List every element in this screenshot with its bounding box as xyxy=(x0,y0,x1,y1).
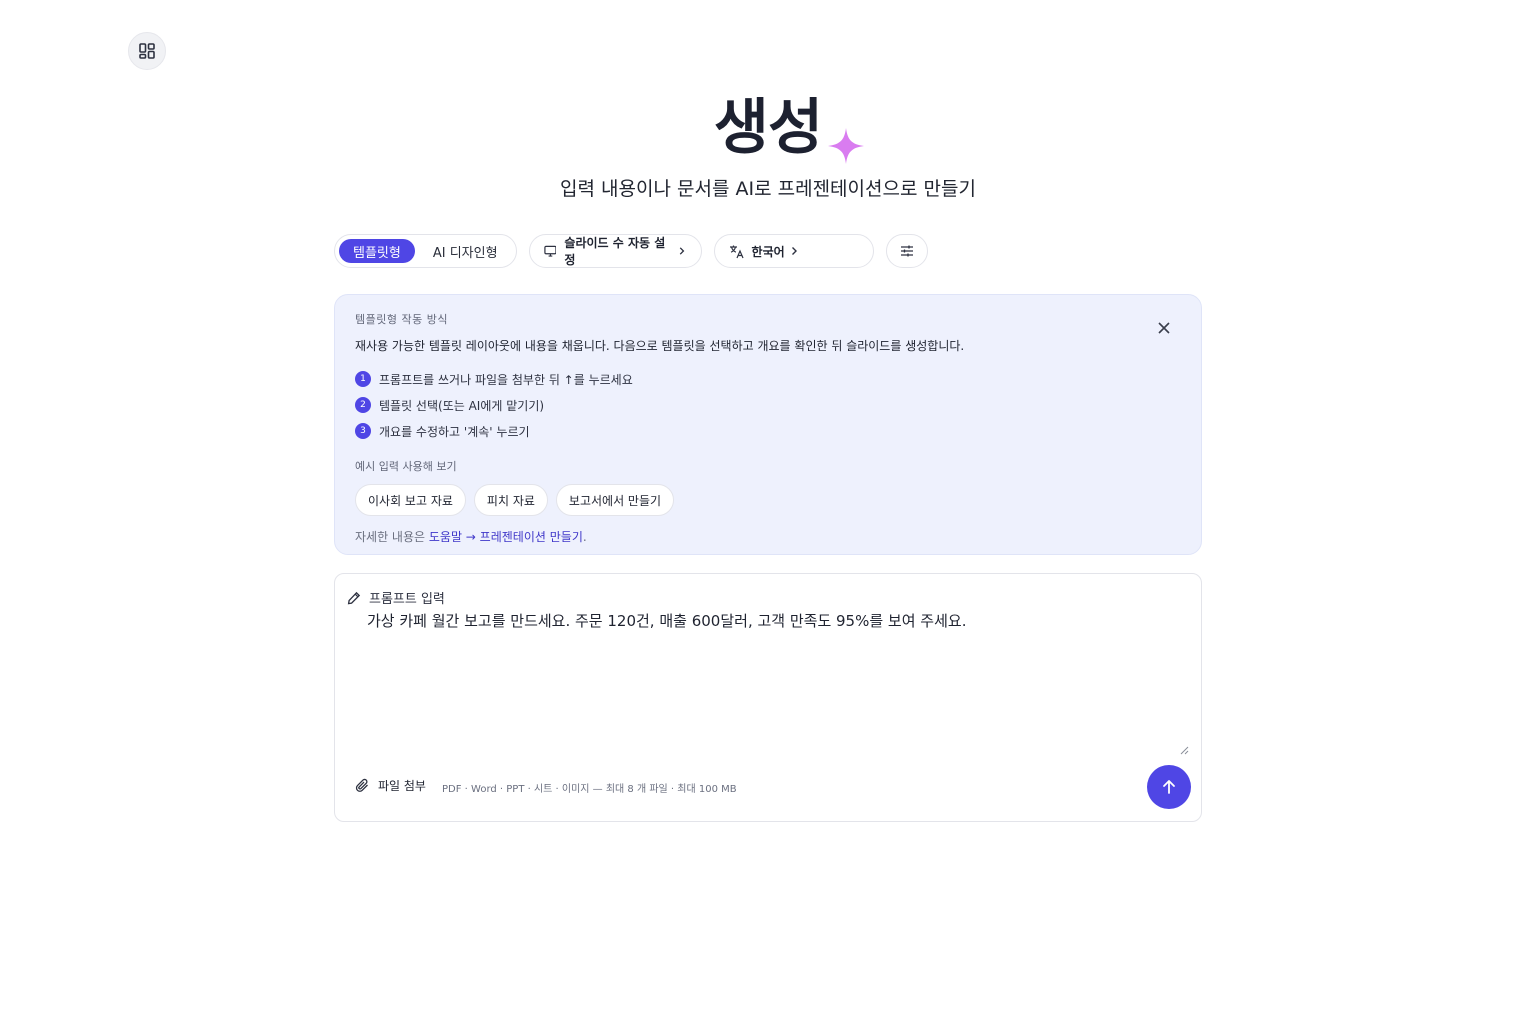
translate-icon xyxy=(729,245,744,258)
help-text: 자세한 내용은 도움말 → 프레젠테이션 만들기. xyxy=(355,528,1181,545)
pencil-icon xyxy=(347,591,361,604)
settings-button[interactable] xyxy=(885,234,928,268)
slide-count-button[interactable]: 슬라이드 수 자동 설정 xyxy=(528,234,702,268)
chevron-right-icon xyxy=(680,247,685,255)
info-description: 재사용 가능한 템플릿 레이아웃에 내용을 채웁니다. 다음으로 템플릿을 선택… xyxy=(355,339,965,353)
mode-option-template[interactable]: 템플릿형 xyxy=(339,239,415,263)
step-text: 프롬프트를 쓰거나 파일을 첨부한 뒤 ↑를 누르세요 xyxy=(379,372,633,387)
layout-toggle-button[interactable] xyxy=(128,32,166,70)
help-prefix: 자세한 내용은 xyxy=(355,530,429,544)
example-label: 예시 입력 사용해 보기 xyxy=(355,460,457,473)
step-item: 3 개요를 수정하고 '계속' 누르기 xyxy=(355,418,1181,444)
prompt-textarea[interactable]: 가상 카페 월간 보고를 만드세요. 주문 120건, 매출 600달러, 고객… xyxy=(367,610,1189,754)
slide-count-label: 슬라이드 수 자동 설정 xyxy=(564,236,666,267)
step-item: 1 프롬프트를 쓰거나 파일을 첨부한 뒤 ↑를 누르세요 xyxy=(355,366,1181,392)
steps-list: 1 프롬프트를 쓰거나 파일을 첨부한 뒤 ↑를 누르세요 2 템플릿 선택(또… xyxy=(355,366,1181,444)
supported-formats: PDF · Word · PPT · 시트 · 이미지 — 최대 8 개 파일 … xyxy=(442,784,737,795)
arrow-up-icon xyxy=(1163,780,1175,794)
example-chip-pitch-deck[interactable]: 피치 자료 xyxy=(473,484,548,516)
close-icon[interactable] xyxy=(1157,321,1171,335)
submit-button[interactable] xyxy=(1147,765,1191,809)
step-item: 2 템플릿 선택(또는 AI에게 맡기기) xyxy=(355,392,1181,418)
monitor-icon xyxy=(543,245,557,257)
step-text: 템플릿 선택(또는 AI에게 맡기기) xyxy=(379,398,545,413)
hero: 생성 입력 내용이나 문서를 AI로 프레젠테이션으로 만들기 xyxy=(0,92,1536,201)
paperclip-icon xyxy=(355,778,368,792)
layout-grid-icon xyxy=(139,43,155,59)
step-number: 1 xyxy=(355,371,371,387)
prompt-panel: 프롬프트 입력 가상 카페 월간 보고를 만드세요. 주문 120건, 매출 6… xyxy=(334,573,1202,822)
attach-file-label: 파일 첨부 xyxy=(378,779,426,793)
info-heading: 템플릿형 작동 방식 xyxy=(355,313,448,326)
step-text: 개요를 수정하고 '계속' 누르기 xyxy=(379,424,530,439)
attach-file-button[interactable]: 파일 첨부 xyxy=(355,777,426,794)
prompt-label-text: 프롬프트 입력 xyxy=(369,592,445,607)
page-title: 생성 xyxy=(713,93,823,163)
page-subtitle: 입력 내용이나 문서를 AI로 프레젠테이션으로 만들기 xyxy=(560,178,976,200)
example-chip-from-report[interactable]: 보고서에서 만들기 xyxy=(555,484,675,516)
language-label: 한국어 xyxy=(751,244,785,259)
sliders-icon xyxy=(900,245,913,257)
controls-bar: 템플릿형 AI 디자인형 슬라이드 수 자동 설정 한국어 xyxy=(334,234,928,268)
example-chip-board-report[interactable]: 이사회 보고 자료 xyxy=(355,484,466,516)
mode-option-ai-design[interactable]: AI 디자인형 xyxy=(419,239,512,263)
resize-grip-icon[interactable] xyxy=(1180,746,1189,755)
step-number: 3 xyxy=(355,423,371,439)
chevron-right-icon xyxy=(791,247,797,255)
sparkle-icon xyxy=(828,128,865,164)
prompt-label: 프롬프트 입력 xyxy=(347,588,445,607)
language-button[interactable]: 한국어 xyxy=(713,234,874,268)
help-link[interactable]: 도움말 → 프레젠테이션 만들기 xyxy=(429,530,583,544)
mode-switch: 템플릿형 AI 디자인형 xyxy=(334,234,517,268)
step-number: 2 xyxy=(355,397,371,413)
example-chips: 이사회 보고 자료 피치 자료 보고서에서 만들기 xyxy=(355,484,1181,516)
how-it-works-panel: 템플릿형 작동 방식 재사용 가능한 템플릿 레이아웃에 내용을 채웁니다. 다… xyxy=(334,294,1202,555)
help-suffix: . xyxy=(582,530,587,544)
